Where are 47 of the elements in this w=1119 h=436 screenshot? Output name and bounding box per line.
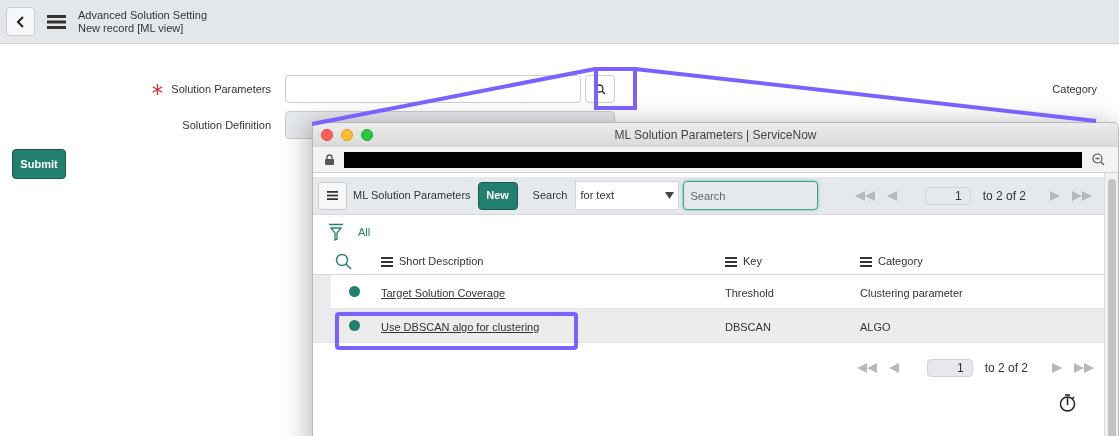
search-label: Search	[532, 188, 568, 204]
back-chevron-icon	[15, 14, 26, 29]
column-header[interactable]: Short Description	[399, 253, 484, 270]
table-cell: ALGO	[860, 320, 891, 333]
submit-button[interactable]: Submit	[12, 149, 66, 179]
lock-icon	[325, 154, 334, 165]
search-field[interactable]: Search	[683, 181, 819, 210]
table-cell: DBSCAN	[725, 320, 771, 333]
search-icon[interactable]	[335, 253, 352, 270]
column-header[interactable]: Key	[743, 253, 762, 270]
page-range-text: to 2 of 2	[984, 360, 1028, 377]
list-title: ML Solution Parameters	[353, 188, 471, 204]
table-cell: Threshold	[725, 286, 774, 299]
field-label: Solution Definition	[182, 117, 271, 133]
solution-parameters-field[interactable]	[285, 75, 581, 103]
record-link[interactable]: Target Solution Coverage	[381, 286, 506, 299]
page-range-text: to 2 of 2	[982, 187, 1026, 205]
table-cell: Clustering parameter	[860, 286, 963, 299]
page-subtitle: New record [ML view]	[78, 21, 185, 35]
list-menu-icon[interactable]	[381, 256, 393, 267]
list-row[interactable]: Use DBSCAN algo for clustering DBSCAN ALGO	[313, 309, 1104, 343]
filter-icon[interactable]	[328, 223, 344, 241]
page-number-field[interactable]: 1	[924, 186, 971, 205]
highlight-frame	[594, 67, 637, 110]
search-type-select[interactable]: for text	[575, 181, 680, 210]
zoom-out-icon[interactable]	[1092, 153, 1105, 166]
zoom-window-icon[interactable]	[361, 129, 373, 141]
list-menu-icon[interactable]	[725, 256, 737, 267]
list-menu-button[interactable]	[318, 181, 347, 210]
page-number-field[interactable]: 1	[926, 359, 973, 377]
filter-breadcrumb-link[interactable]: All	[358, 223, 371, 241]
back-button[interactable]	[6, 7, 35, 36]
list-row[interactable]: Target Solution Coverage Threshold Clustering parameter	[313, 275, 1104, 309]
list-menu-icon[interactable]	[860, 256, 872, 267]
popup-window-title: ML Solution Parameters | ServiceNow	[614, 127, 817, 144]
scrollbar[interactable]	[1104, 173, 1118, 436]
new-button[interactable]: New	[477, 181, 518, 210]
close-window-icon[interactable]	[321, 129, 333, 141]
dropdown-caret-icon	[665, 192, 675, 199]
field-label: Solution Parameters	[171, 81, 271, 97]
column-header[interactable]: Category	[878, 253, 923, 270]
category-label: Category	[1052, 82, 1097, 97]
stopwatch-icon[interactable]	[1059, 393, 1077, 413]
page-title: Advanced Solution Setting	[78, 8, 208, 22]
menu-icon	[327, 191, 338, 200]
record-link[interactable]: Use DBSCAN algo for clustering	[381, 320, 540, 333]
menu-icon[interactable]	[47, 14, 66, 29]
